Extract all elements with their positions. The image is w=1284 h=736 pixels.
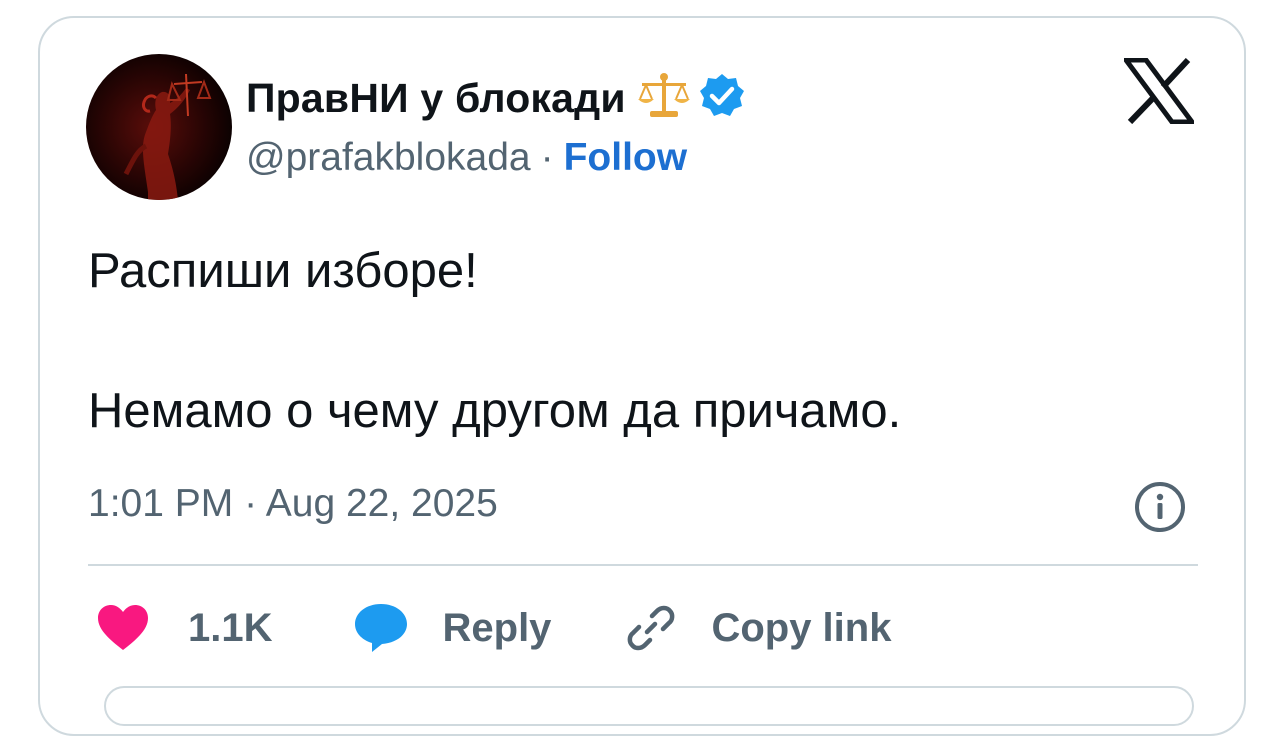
author-name-row: ПравНИ у блокади <box>246 70 746 126</box>
info-icon[interactable] <box>1133 480 1187 534</box>
tweet-timestamp[interactable]: 1:01 PM · Aug 22, 2025 <box>88 478 498 530</box>
author-handle[interactable]: @prafakblokada <box>246 136 531 180</box>
reply-button[interactable]: Reply <box>353 600 552 656</box>
heart-icon <box>98 605 148 650</box>
author-handle-row: @prafakblokada · Follow <box>246 132 687 184</box>
link-icon <box>628 605 675 651</box>
avatar[interactable] <box>86 54 232 200</box>
divider <box>88 564 1198 566</box>
tweet-text: Распиши изборе! Немамо о чему другом да … <box>88 236 901 446</box>
handle-separator: · <box>540 136 554 179</box>
like-button[interactable]: 1.1K <box>96 600 273 656</box>
read-replies-button[interactable] <box>104 686 1194 726</box>
reply-label: Reply <box>442 605 552 650</box>
verified-badge-icon <box>698 72 746 125</box>
balance-scale-icon <box>636 71 692 126</box>
copy-link-label: Copy link <box>711 605 892 650</box>
speech-bubble-icon <box>354 604 407 652</box>
follow-button[interactable]: Follow <box>564 136 687 180</box>
avatar-justice-statue-icon <box>123 73 212 200</box>
copy-link-button[interactable]: Copy link <box>625 600 891 656</box>
tweet-line-1: Распиши изборе! <box>88 244 478 298</box>
like-count: 1.1K <box>188 605 273 650</box>
x-logo-icon[interactable] <box>1121 57 1197 125</box>
tweet-line-2: Немамо о чему другом да причамо. <box>88 384 902 438</box>
tweet-actions: 1.1K Reply Copy link <box>96 600 891 656</box>
author-name[interactable]: ПравНИ у блокади <box>246 75 626 122</box>
